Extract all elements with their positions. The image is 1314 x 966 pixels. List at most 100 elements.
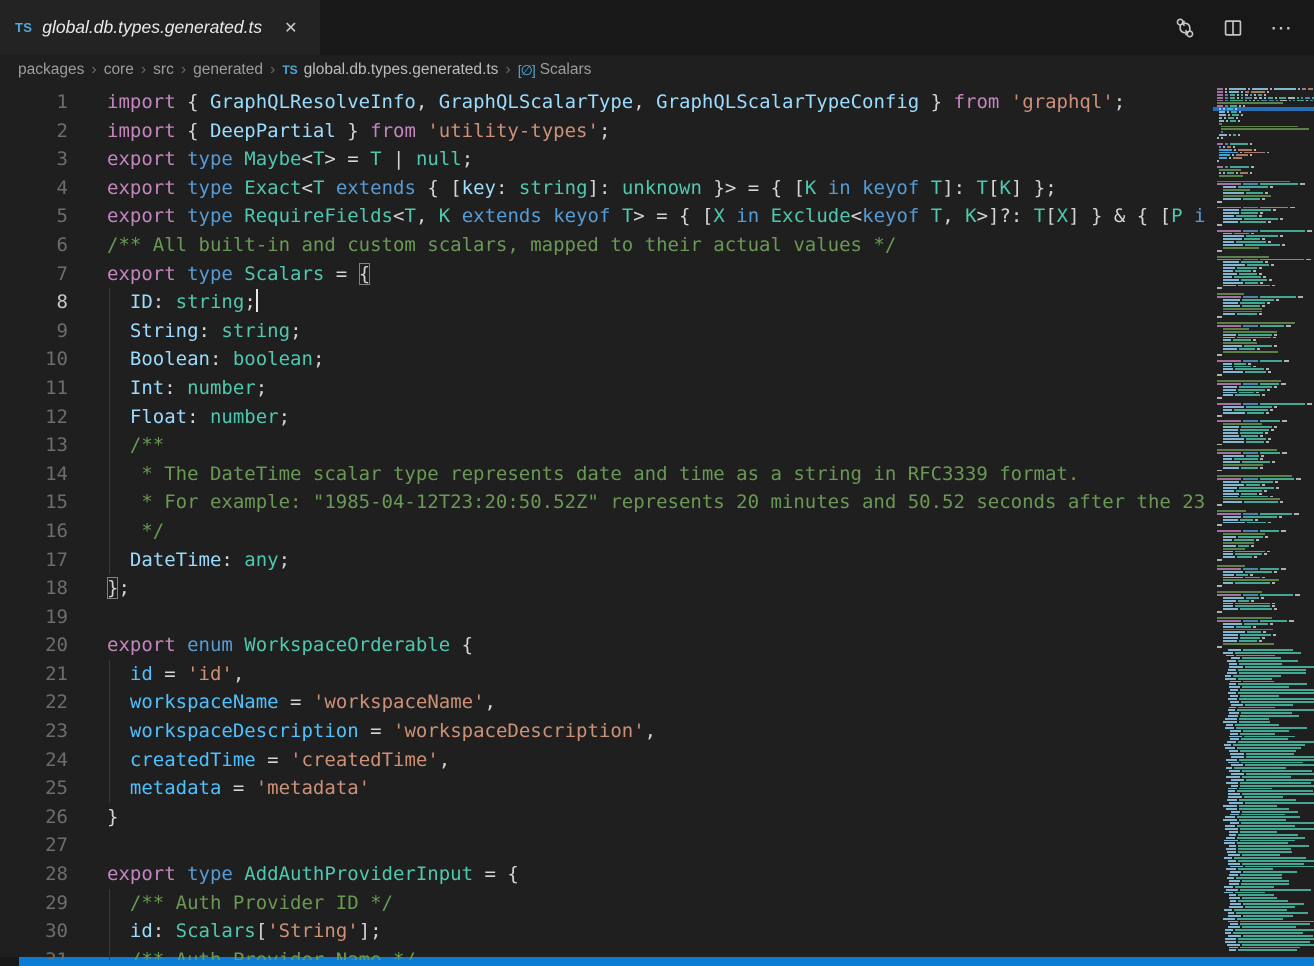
line-number[interactable]: 27: [0, 831, 68, 860]
code-token: T: [931, 177, 942, 199]
minimap-row: [1213, 169, 1314, 171]
line-number[interactable]: 18: [0, 574, 68, 603]
code-token: ,: [942, 205, 965, 227]
code-line[interactable]: 18};: [0, 574, 1207, 603]
code-line[interactable]: 10 Boolean: boolean;: [0, 345, 1207, 374]
line-number[interactable]: 31: [0, 946, 68, 960]
minimap-row: [1213, 727, 1314, 729]
line-number[interactable]: 15: [0, 488, 68, 517]
code-line[interactable]: 31 /** Auth Provider Name */: [0, 946, 1207, 960]
code-token: Int: [130, 377, 164, 399]
line-number[interactable]: 17: [0, 546, 68, 575]
code-line[interactable]: 22 workspaceName = 'workspaceName',: [0, 688, 1207, 717]
code-line[interactable]: 24 createdTime = 'createdTime',: [0, 746, 1207, 775]
minimap-row: [1213, 640, 1314, 642]
minimap-row: [1213, 660, 1314, 662]
more-actions-icon: ⋯: [1270, 23, 1292, 33]
line-number[interactable]: 12: [0, 403, 68, 432]
code-line[interactable]: 12 Float: number;: [0, 403, 1207, 432]
code-line[interactable]: 26}: [0, 803, 1207, 832]
line-number[interactable]: 16: [0, 517, 68, 546]
line-number[interactable]: 24: [0, 746, 68, 775]
line-number[interactable]: 20: [0, 631, 68, 660]
line-number[interactable]: 7: [0, 260, 68, 289]
line-number[interactable]: 14: [0, 460, 68, 489]
breadcrumb-item-filename[interactable]: global.db.types.generated.ts: [304, 61, 499, 79]
line-number[interactable]: 29: [0, 889, 68, 918]
code-token: :: [496, 177, 519, 199]
line-number[interactable]: 8: [0, 288, 68, 317]
code-line[interactable]: 28export type AddAuthProviderInput = {: [0, 860, 1207, 889]
code-line[interactable]: 30 id: Scalars['String'];: [0, 917, 1207, 946]
line-number[interactable]: 9: [0, 317, 68, 346]
line-number[interactable]: 21: [0, 660, 68, 689]
code-token: /** Auth Provider Name */: [107, 949, 416, 960]
line-number[interactable]: 30: [0, 917, 68, 946]
code-token: /** All built-in and custom scalars, map…: [107, 234, 896, 256]
minimap-row: [1213, 290, 1314, 292]
minimap-row: [1213, 354, 1314, 356]
code-line[interactable]: 20export enum WorkspaceOrderable {: [0, 631, 1207, 660]
minimap-row: [1213, 282, 1314, 284]
open-changes-button[interactable]: [1170, 13, 1200, 43]
code-line[interactable]: 25 metadata = 'metadata': [0, 774, 1207, 803]
line-number[interactable]: 2: [0, 117, 68, 146]
code-line[interactable]: 23 workspaceDescription = 'workspaceDesc…: [0, 717, 1207, 746]
code-line[interactable]: 3export type Maybe<T> = T | null;: [0, 145, 1207, 174]
code-line[interactable]: 17 DateTime: any;: [0, 546, 1207, 575]
breadcrumb-item-src[interactable]: src: [153, 61, 174, 79]
tab-global-db-types-generated[interactable]: TS global.db.types.generated.ts ✕: [0, 0, 320, 55]
minimap-row: [1213, 851, 1314, 853]
more-actions-button[interactable]: ⋯: [1266, 13, 1296, 43]
close-tab-icon[interactable]: ✕: [280, 16, 301, 40]
line-number[interactable]: 19: [0, 603, 68, 632]
line-number[interactable]: 10: [0, 345, 68, 374]
code-line[interactable]: 9 String: string;: [0, 317, 1207, 346]
minimap-row: [1213, 689, 1314, 691]
minimap-row: [1213, 764, 1314, 766]
code-line[interactable]: 7export type Scalars = {: [0, 260, 1207, 289]
code-line[interactable]: 21 id = 'id',: [0, 660, 1207, 689]
indent-guide: [109, 460, 110, 489]
minimap-row: [1213, 259, 1314, 261]
code-line[interactable]: 2import { DeepPartial } from 'utility-ty…: [0, 117, 1207, 146]
code-line[interactable]: 19: [0, 603, 1207, 632]
line-number[interactable]: 6: [0, 231, 68, 260]
code-line[interactable]: 27: [0, 831, 1207, 860]
code-line[interactable]: 6 /** All built-in and custom scalars, ma…: [0, 231, 1207, 260]
line-number[interactable]: 11: [0, 374, 68, 403]
split-editor-button[interactable]: [1218, 13, 1248, 43]
line-number[interactable]: 1: [0, 88, 68, 117]
line-number[interactable]: 22: [0, 688, 68, 717]
minimap[interactable]: [1213, 85, 1314, 957]
code-line[interactable]: 14 * The DateTime scalar type represents…: [0, 460, 1207, 489]
line-number[interactable]: 13: [0, 431, 68, 460]
code-line[interactable]: 29 /** Auth Provider ID */: [0, 889, 1207, 918]
code-token: K: [439, 205, 450, 227]
code-area[interactable]: 1import { GraphQLResolveInfo, GraphQLSca…: [0, 85, 1207, 960]
breadcrumb-item-generated[interactable]: generated: [193, 61, 263, 79]
code-line[interactable]: 15 * For example: "1985-04-12T23:20:50.5…: [0, 488, 1207, 517]
minimap-row: [1213, 565, 1314, 567]
minimap-row: [1213, 420, 1314, 422]
line-number[interactable]: 26: [0, 803, 68, 832]
code-line[interactable]: 13 /**: [0, 431, 1207, 460]
code-line[interactable]: 1import { GraphQLResolveInfo, GraphQLSca…: [0, 88, 1207, 117]
line-number[interactable]: 3: [0, 145, 68, 174]
line-number[interactable]: 5: [0, 202, 68, 231]
code-line[interactable]: 5export type RequireFields<T, K extends …: [0, 202, 1207, 231]
minimap-row: [1213, 932, 1314, 934]
code-line[interactable]: 11 Int: number;: [0, 374, 1207, 403]
line-number[interactable]: 23: [0, 717, 68, 746]
breadcrumb-item-scalars[interactable]: Scalars: [540, 61, 592, 79]
minimap-row: [1213, 585, 1314, 587]
line-number[interactable]: 4: [0, 174, 68, 203]
code-line[interactable]: 4export type Exact<T extends { [key: str…: [0, 174, 1207, 203]
line-number[interactable]: 28: [0, 860, 68, 889]
minimap-row: [1213, 860, 1314, 862]
breadcrumb-item-packages[interactable]: packages: [18, 61, 84, 79]
line-number[interactable]: 25: [0, 774, 68, 803]
code-line[interactable]: 8 ID: string;: [0, 288, 1207, 317]
breadcrumb-item-core[interactable]: core: [104, 61, 134, 79]
code-line[interactable]: 16 */: [0, 517, 1207, 546]
